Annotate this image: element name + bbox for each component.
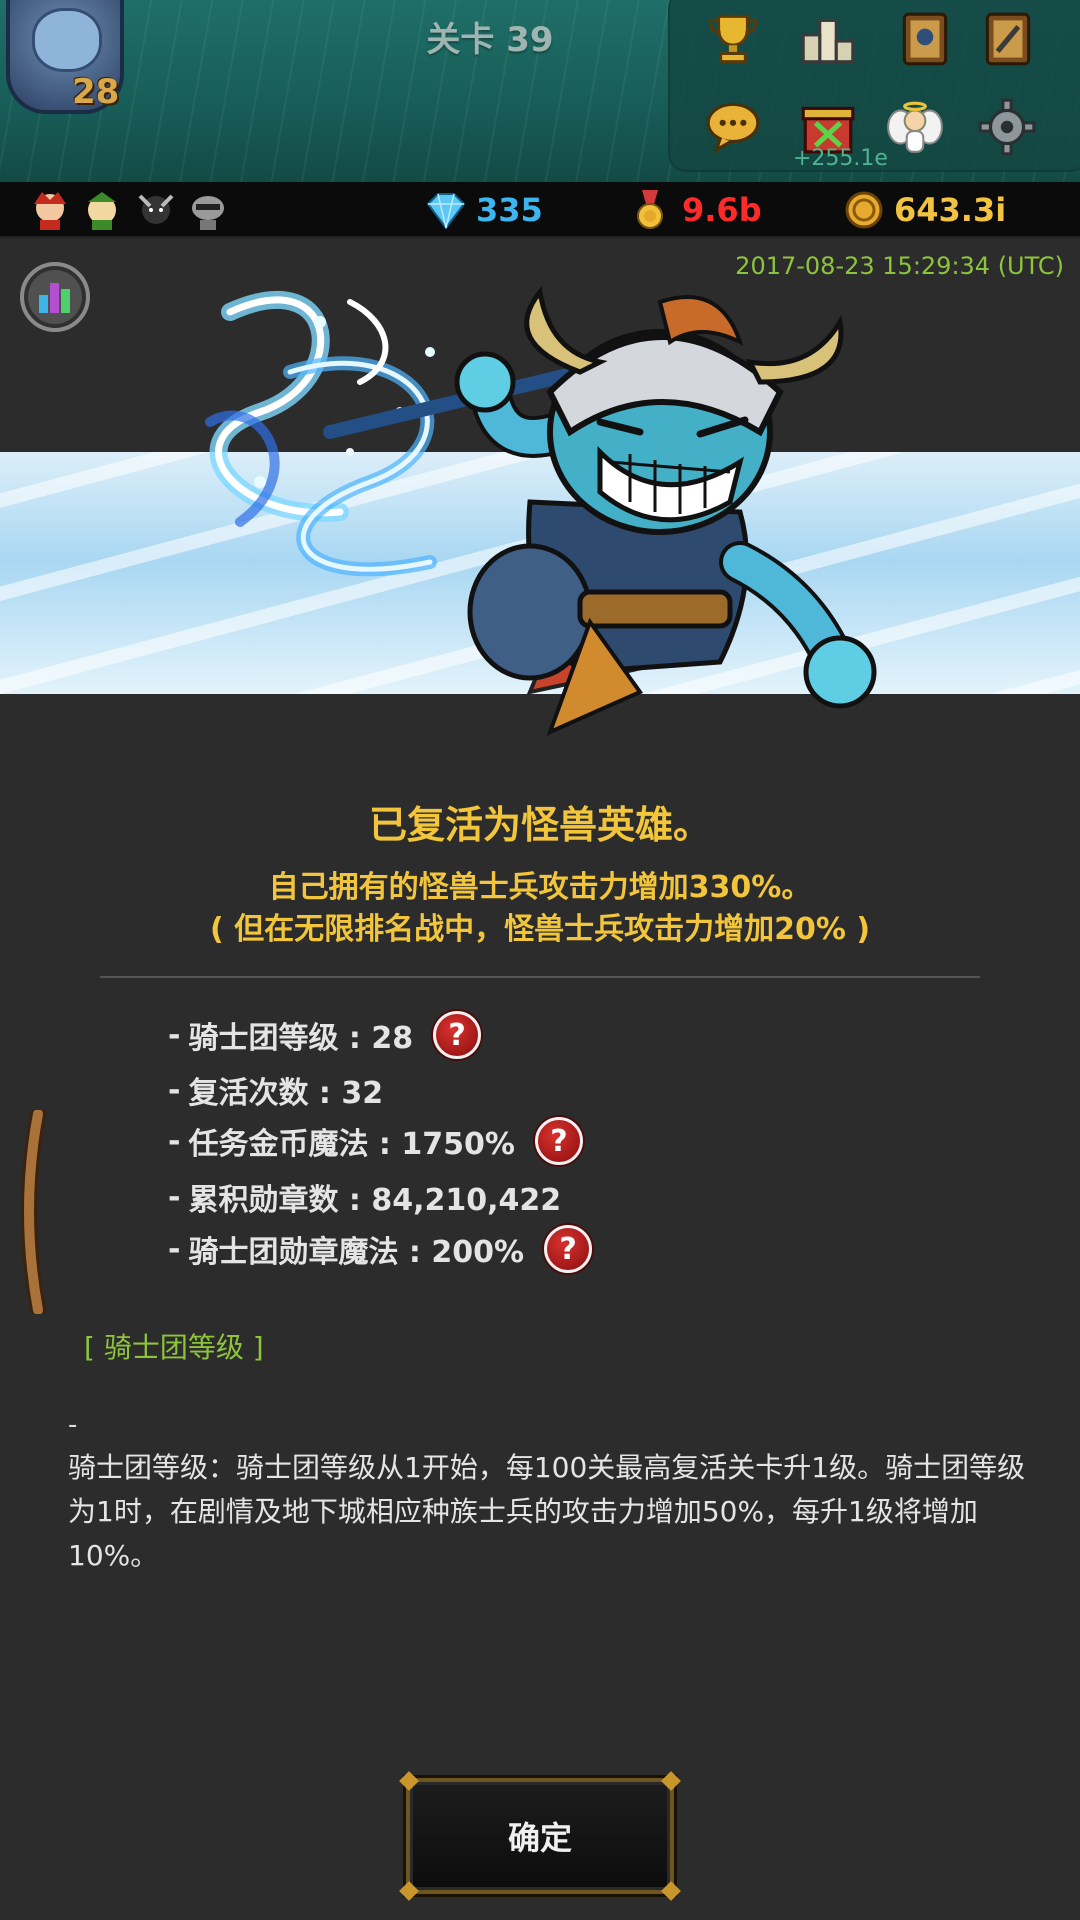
help-button[interactable]: ?: [534, 1117, 583, 1165]
medal-icon: [637, 190, 663, 229]
confirm-button[interactable]: 确定: [399, 1771, 681, 1901]
stats-button[interactable]: [20, 262, 90, 332]
description-text: 骑士团等级：骑士团等级从1开始，每100关最高复活关卡升1级。骑士团等级为1时，…: [68, 1451, 1026, 1572]
book-icon[interactable]: [890, 4, 960, 74]
stat-row-medal-magic: - 骑士团勋章魔法 : 200% ?: [168, 1224, 593, 1274]
stat-label: 骑士团勋章魔法 : 200%: [188, 1235, 525, 1270]
section-heading: [ 骑士团等级 ]: [84, 1331, 264, 1364]
stat-label: 复活次数 : 32: [188, 1076, 384, 1111]
stage-title: 关卡 39: [426, 20, 554, 60]
red-hero-icon[interactable]: [28, 188, 72, 232]
gold-count: 643.3i: [894, 191, 1007, 229]
button-corner-ornament: [661, 1881, 681, 1901]
gem-icon: [426, 193, 466, 230]
avatar-face: [32, 8, 102, 72]
stat-dash: -: [168, 1123, 181, 1159]
bonus-line-1: 自己拥有的怪兽士兵攻击力增加330%。: [268, 870, 812, 905]
player-level: 28: [72, 72, 120, 112]
podium-icon[interactable]: [793, 4, 863, 74]
bar-chart-icon: [39, 283, 70, 313]
stat-dash: -: [168, 1017, 181, 1053]
stat-dash: -: [168, 1231, 181, 1267]
button-corner-ornament: [399, 1881, 419, 1901]
bonus-line-2: ( 但在无限排名战中，怪兽士兵攻击力增加20% ): [209, 912, 871, 947]
gold-coin-icon: [845, 191, 883, 229]
top-hud: 28 关卡 39 +255.1e: [0, 0, 1080, 182]
help-button[interactable]: ?: [433, 1011, 482, 1059]
scroll-handle[interactable]: [16, 1110, 50, 1314]
button-corner-ornament: [399, 1771, 419, 1791]
gear-icon[interactable]: [972, 92, 1042, 162]
stat-row-total-medals: - 累积勋章数 : 84,210,422: [168, 1172, 561, 1222]
revive-title: 已复活为怪兽英雄。: [368, 803, 711, 847]
monster-hero-illustration: [205, 286, 877, 736]
confirm-label: 确定: [507, 1819, 572, 1857]
trophy-icon[interactable]: [698, 4, 768, 74]
description-dash: -: [68, 1410, 78, 1440]
robot-hero-icon[interactable]: [186, 188, 230, 232]
sword-book-icon[interactable]: [973, 4, 1043, 74]
stat-row-quest-gold-magic: - 任务金币魔法 : 1750% ?: [168, 1116, 583, 1166]
resource-bar: 335 9.6b 643.3i: [0, 182, 1080, 238]
gem-count: 335: [476, 191, 543, 229]
dark-knight-icon[interactable]: [134, 188, 178, 232]
divider: [100, 976, 980, 978]
angel-icon[interactable]: [880, 92, 950, 162]
stat-label: 骑士团等级 : 28: [188, 1021, 414, 1056]
button-corner-ornament: [661, 1771, 681, 1791]
stat-label: 任务金币魔法 : 1750%: [188, 1127, 515, 1162]
chat-icon[interactable]: [698, 92, 768, 162]
stat-row-knight-level: - 骑士团等级 : 28 ?: [168, 1010, 482, 1060]
stat-row-revive-count: - 复活次数 : 32: [168, 1065, 383, 1115]
help-button[interactable]: ?: [544, 1225, 593, 1273]
stat-dash: -: [168, 1072, 181, 1108]
idle-gain-label: +255.1e: [793, 146, 888, 171]
medal-count: 9.6b: [682, 191, 762, 229]
stat-label: 累积勋章数 : 84,210,422: [188, 1183, 562, 1218]
stat-dash: -: [168, 1179, 181, 1215]
elf-hero-icon[interactable]: [80, 188, 124, 232]
